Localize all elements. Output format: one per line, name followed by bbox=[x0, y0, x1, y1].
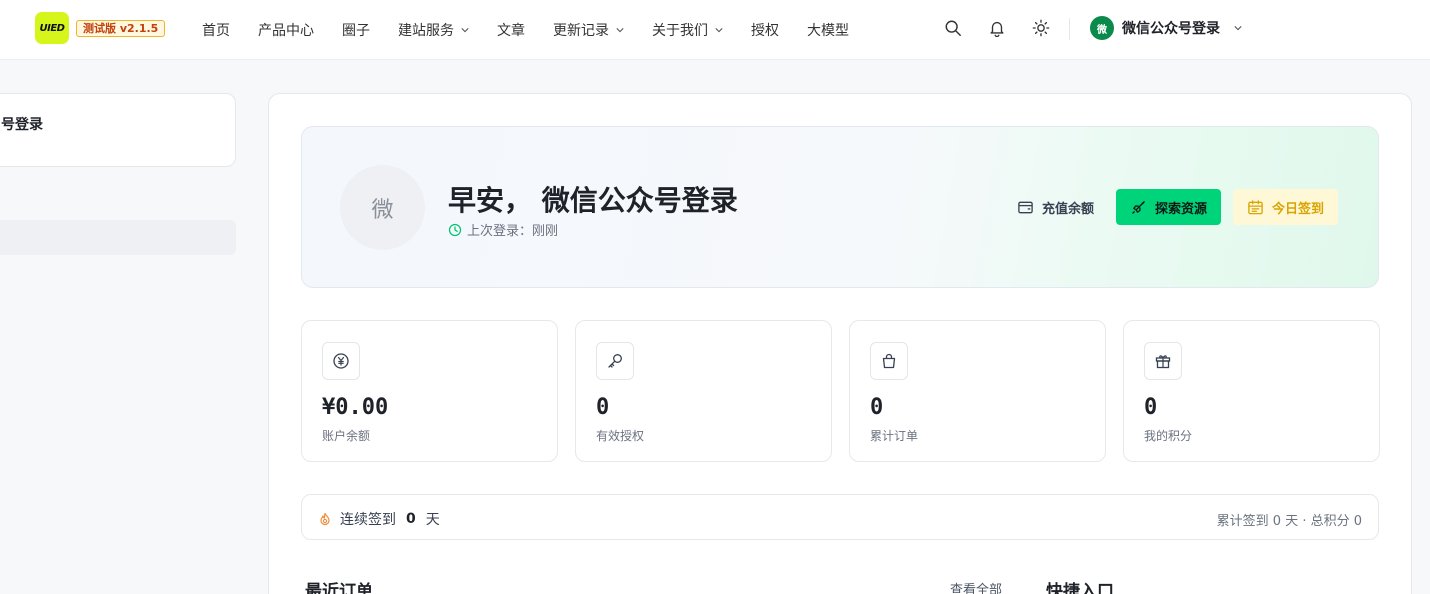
stat-card-orders[interactable]: 0 累计订单 bbox=[849, 320, 1106, 462]
nav-label: 更新记录 bbox=[553, 23, 609, 39]
avatar: 微 bbox=[1090, 16, 1114, 40]
site-logo[interactable]: UIED bbox=[35, 12, 69, 44]
top-actions bbox=[944, 19, 1050, 37]
checkin-button[interactable]: 今日签到 bbox=[1232, 189, 1338, 225]
bag-icon bbox=[870, 342, 908, 380]
nav-llm[interactable]: 大模型 bbox=[807, 20, 849, 40]
avatar[interactable]: 微 bbox=[340, 165, 425, 250]
checkin-days: 0 bbox=[406, 511, 416, 527]
recent-orders-title: 最近订单 bbox=[305, 582, 373, 594]
chevron-down-icon bbox=[616, 28, 624, 33]
nav-articles[interactable]: 文章 bbox=[497, 20, 525, 40]
chevron-down-icon bbox=[461, 28, 469, 33]
wallet-icon bbox=[1018, 201, 1033, 213]
flame-icon bbox=[320, 512, 330, 526]
nav-label: 关于我们 bbox=[652, 23, 708, 39]
sidebar-item-active[interactable] bbox=[0, 220, 236, 255]
calendar-icon bbox=[1248, 199, 1263, 214]
checkin-streak-bar: 连续签到 0 天 累计签到 0 天 · 总积分 0 bbox=[301, 494, 1379, 540]
yen-icon bbox=[322, 342, 360, 380]
checkin-summary: 累计签到 0 天 · 总积分 0 bbox=[1216, 514, 1362, 529]
recharge-button[interactable]: 充值余额 bbox=[1007, 189, 1104, 225]
recharge-label: 充值余额 bbox=[1041, 201, 1094, 217]
nav-label: 大模型 bbox=[807, 23, 849, 39]
stat-label: 我的积分 bbox=[1144, 429, 1193, 443]
header-divider bbox=[1069, 18, 1070, 40]
nav-label: 建站服务 bbox=[398, 23, 454, 39]
version-badge: 测试版 v2.1.5 bbox=[76, 20, 166, 37]
hero-actions: 充值余额 探索资源 今日签到 bbox=[1007, 189, 1338, 225]
quick-access-title: 快捷入口 bbox=[1046, 582, 1114, 594]
gift-icon bbox=[1144, 342, 1182, 380]
stat-value: 0 bbox=[596, 395, 610, 420]
nav-about[interactable]: 关于我们 bbox=[652, 20, 723, 40]
last-login-text: 上次登录：刚刚 bbox=[467, 224, 559, 239]
stat-card-points[interactable]: 0 我的积分 bbox=[1123, 320, 1380, 462]
rocket-icon bbox=[1132, 200, 1145, 214]
user-name: 微信公众号登录 bbox=[1122, 21, 1220, 37]
stat-label: 账户余额 bbox=[322, 429, 371, 443]
explore-button[interactable]: 探索资源 bbox=[1115, 189, 1221, 225]
nav-site-building[interactable]: 建站服务 bbox=[398, 20, 469, 40]
nav-license[interactable]: 授权 bbox=[751, 20, 779, 40]
user-menu[interactable]: 微 微信公众号登录 bbox=[1090, 16, 1242, 40]
view-all-link[interactable]: 查看全部 bbox=[950, 579, 1002, 594]
sidebar-user-card: 号登录 bbox=[0, 93, 236, 167]
key-icon bbox=[596, 342, 634, 380]
checkin-prefix: 连续签到 bbox=[340, 512, 396, 528]
checkin-suffix: 天 bbox=[425, 512, 440, 528]
stat-card-balance[interactable]: ¥0.00 账户余额 bbox=[301, 320, 558, 462]
stat-value: 0 bbox=[1144, 395, 1158, 420]
nav-label: 圈子 bbox=[342, 23, 370, 39]
nav-home[interactable]: 首页 bbox=[202, 20, 230, 40]
sun-icon[interactable] bbox=[1032, 19, 1050, 37]
stat-label: 累计订单 bbox=[870, 429, 919, 443]
nav-label: 产品中心 bbox=[258, 23, 314, 39]
nav-label: 授权 bbox=[751, 23, 779, 39]
checkin-label: 今日签到 bbox=[1271, 201, 1324, 217]
explore-label: 探索资源 bbox=[1154, 201, 1207, 217]
welcome-banner: 微 早安， 微信公众号登录 上次登录：刚刚 充值余额 探索资源 今日签到 bbox=[301, 126, 1379, 288]
dashboard-panel: 微 早安， 微信公众号登录 上次登录：刚刚 充值余额 探索资源 今日签到 ¥0.… bbox=[268, 93, 1412, 594]
stat-value: 0 bbox=[870, 395, 884, 420]
greeting-title: 早安， 微信公众号登录 bbox=[448, 184, 738, 217]
nav-community[interactable]: 圈子 bbox=[342, 20, 370, 40]
clock-icon bbox=[448, 223, 462, 236]
top-navbar: UIED 测试版 v2.1.5 首页 产品中心 圈子 建站服务 文章 更新记录 … bbox=[0, 0, 1430, 60]
checkin-streak: 连续签到 0 天 bbox=[318, 509, 440, 529]
search-icon[interactable] bbox=[944, 19, 962, 37]
sidebar-user-name: 号登录 bbox=[1, 117, 43, 133]
nav-label: 首页 bbox=[202, 23, 230, 39]
bell-icon[interactable] bbox=[988, 19, 1006, 37]
stats-row: ¥0.00 账户余额 0 有效授权 0 累计订单 0 我的积分 bbox=[301, 320, 1380, 462]
stat-value: ¥0.00 bbox=[322, 395, 389, 420]
chevron-down-icon bbox=[715, 28, 723, 33]
nav-label: 文章 bbox=[497, 23, 525, 39]
nav-changelog[interactable]: 更新记录 bbox=[553, 20, 624, 40]
nav-products[interactable]: 产品中心 bbox=[258, 20, 314, 40]
chevron-down-icon bbox=[1234, 26, 1242, 31]
main-nav: 首页 产品中心 圈子 建站服务 文章 更新记录 关于我们 授权 大模型 bbox=[202, 0, 849, 60]
stat-card-licenses[interactable]: 0 有效授权 bbox=[575, 320, 832, 462]
stat-label: 有效授权 bbox=[596, 429, 645, 443]
last-login: 上次登录：刚刚 bbox=[448, 220, 558, 239]
